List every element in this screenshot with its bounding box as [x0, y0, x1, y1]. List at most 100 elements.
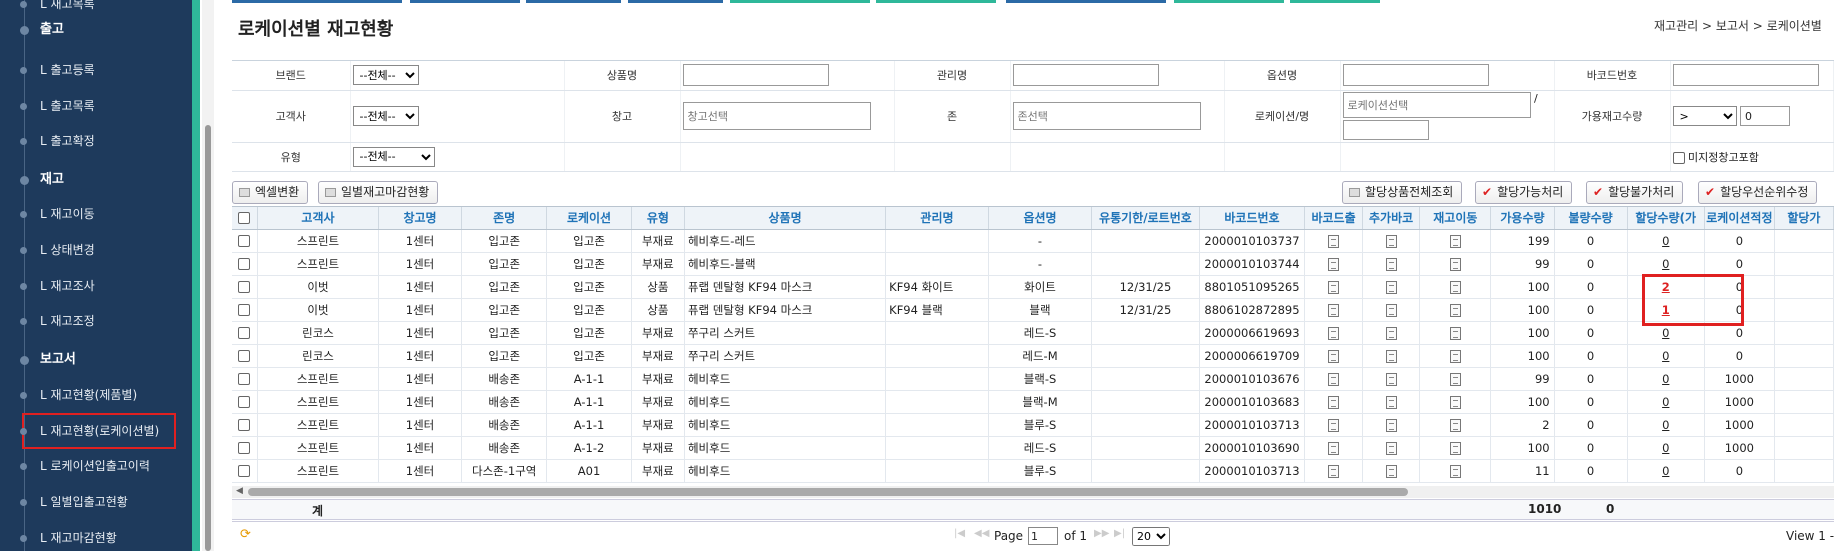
cell-alloc[interactable]: 0	[1627, 390, 1705, 414]
col-header[interactable]: 유통기한/로트번호	[1091, 207, 1200, 230]
alloc-qty-link[interactable]: 0	[1662, 441, 1669, 455]
doc-button[interactable]	[1304, 321, 1363, 345]
row-select[interactable]	[232, 252, 258, 276]
doc-button[interactable]	[1419, 390, 1492, 414]
document-icon[interactable]	[1328, 303, 1340, 317]
doc-button[interactable]	[1419, 344, 1492, 368]
sidebar-item-stock-list[interactable]: L 재고목록	[0, 0, 190, 20]
excel-export-button[interactable]: 엑셀변환	[232, 181, 309, 204]
document-icon[interactable]	[1328, 441, 1340, 455]
sidebar-item-daily-inout[interactable]: L 일별입출고현황	[0, 486, 190, 518]
row-checkbox[interactable]	[238, 281, 251, 293]
sidebar-section-report[interactable]: 보고서	[20, 345, 76, 375]
doc-button[interactable]	[1362, 298, 1421, 322]
sidebar-item-outbound-list[interactable]: L 출고목록	[0, 90, 190, 122]
document-icon[interactable]	[1449, 441, 1461, 455]
document-icon[interactable]	[1449, 326, 1461, 340]
cell-alloc[interactable]: 0	[1627, 344, 1705, 368]
scroll-left-icon[interactable]: ◀	[236, 486, 243, 496]
row-select[interactable]	[232, 390, 258, 414]
document-icon[interactable]	[1328, 395, 1340, 409]
col-header[interactable]: 상품명	[684, 207, 887, 230]
document-icon[interactable]	[1385, 395, 1397, 409]
doc-button[interactable]	[1304, 413, 1363, 437]
alloc-qty-link[interactable]: 0	[1662, 326, 1669, 340]
select-all-checkbox[interactable]	[238, 212, 251, 225]
location-input[interactable]	[1342, 92, 1531, 118]
product-input[interactable]	[682, 64, 829, 87]
table-row[interactable]: 스프린트 1센터 입고존 입고존 부재료 헤비후드-레드 -2000010103737 199…	[232, 229, 1834, 253]
page-input[interactable]	[1028, 527, 1058, 545]
document-icon[interactable]	[1328, 349, 1340, 363]
col-header[interactable]: 할당수량(가	[1627, 207, 1705, 230]
warehouse-input[interactable]	[682, 102, 871, 130]
include-unassigned-checkbox[interactable]	[1672, 151, 1685, 164]
document-icon[interactable]	[1449, 372, 1461, 386]
alloc-qty-link[interactable]: 0	[1662, 418, 1669, 432]
cell-alloc[interactable]: 0	[1627, 367, 1705, 391]
document-icon[interactable]	[1328, 418, 1340, 432]
doc-button[interactable]	[1362, 275, 1421, 299]
document-icon[interactable]	[1385, 441, 1397, 455]
col-header[interactable]: 옵션명	[988, 207, 1093, 230]
col-header[interactable]: 불량수량	[1554, 207, 1628, 230]
col-header[interactable]: 할당가	[1774, 207, 1834, 230]
alloc-all-button[interactable]: 할당상품전체조회	[1342, 181, 1463, 204]
doc-button[interactable]	[1419, 229, 1492, 253]
document-icon[interactable]	[1328, 464, 1340, 478]
sidebar-item-outbound-confirm[interactable]: L 출고확정	[0, 125, 190, 157]
col-header[interactable]: 가용수량	[1490, 207, 1555, 230]
col-header[interactable]: 관리명	[885, 207, 989, 230]
col-header[interactable]: 로케이션	[546, 207, 632, 230]
table-row[interactable]: 스프린트 1센터 다스존-1구역 A01 부재료 헤비후드 블루-S 200001010371…	[232, 459, 1834, 483]
document-icon[interactable]	[1385, 257, 1397, 271]
document-icon[interactable]	[1449, 257, 1461, 271]
row-checkbox[interactable]	[238, 465, 251, 477]
scrollbar-thumb[interactable]	[248, 488, 1408, 496]
grid-hscrollbar[interactable]: ◀	[232, 486, 1834, 498]
col-header[interactable]: 추가바코	[1362, 207, 1421, 230]
select-all-header[interactable]	[232, 207, 258, 230]
client-select[interactable]: --전체--	[352, 106, 419, 126]
document-icon[interactable]	[1449, 464, 1461, 478]
col-header[interactable]: 고객사	[257, 207, 379, 230]
row-select[interactable]	[232, 413, 258, 437]
next-page-icon[interactable]: ▶▶	[1094, 528, 1109, 539]
row-select[interactable]	[232, 436, 258, 460]
sidebar-item-stock-closing[interactable]: L 재고마감현황	[0, 522, 190, 554]
manage-input[interactable]	[1012, 64, 1159, 87]
sidebar-scrollbar[interactable]	[202, 0, 214, 551]
prev-page-icon[interactable]: ◀◀	[974, 528, 989, 539]
document-icon[interactable]	[1328, 372, 1340, 386]
row-checkbox[interactable]	[238, 350, 251, 362]
doc-button[interactable]	[1419, 413, 1492, 437]
document-icon[interactable]	[1328, 326, 1340, 340]
doc-button[interactable]	[1419, 321, 1492, 345]
document-icon[interactable]	[1385, 349, 1397, 363]
document-icon[interactable]	[1385, 464, 1397, 478]
type-select[interactable]: --전체--	[352, 146, 435, 167]
alloc-qty-link[interactable]: 0	[1662, 349, 1669, 363]
sidebar-item-status-change[interactable]: L 상태변경	[0, 234, 190, 266]
row-checkbox[interactable]	[238, 327, 251, 339]
document-icon[interactable]	[1328, 280, 1340, 294]
doc-button[interactable]	[1362, 436, 1421, 460]
row-select[interactable]	[232, 275, 258, 299]
col-header[interactable]: 재고이동	[1419, 207, 1492, 230]
first-page-icon[interactable]: |◀	[954, 528, 965, 539]
table-row[interactable]: 스프린트 1센터 배송존 A-1-1 부재료 헤비후드 블랙-S 2000010103676 9…	[232, 367, 1834, 391]
sidebar-item-stock-move[interactable]: L 재고이동	[0, 198, 190, 230]
location-name-input[interactable]	[1342, 120, 1429, 140]
row-checkbox[interactable]	[238, 304, 251, 316]
doc-button[interactable]	[1304, 344, 1363, 368]
sidebar-item-stock-survey[interactable]: L 재고조사	[0, 270, 190, 302]
doc-button[interactable]	[1419, 275, 1492, 299]
document-icon[interactable]	[1449, 395, 1461, 409]
table-row[interactable]: 스프린트 1센터 입고존 입고존 부재료 헤비후드-블랙 -2000010103744 99 0…	[232, 252, 1834, 276]
sidebar-item-stock-by-product[interactable]: L 재고현황(제품별)	[0, 379, 190, 411]
row-select[interactable]	[232, 298, 258, 322]
row-checkbox[interactable]	[238, 442, 251, 454]
brand-select[interactable]: --전체--	[352, 65, 419, 86]
document-icon[interactable]	[1385, 372, 1397, 386]
sidebar-item-stock-by-location[interactable]: L 재고현황(로케이션별)	[20, 413, 176, 449]
